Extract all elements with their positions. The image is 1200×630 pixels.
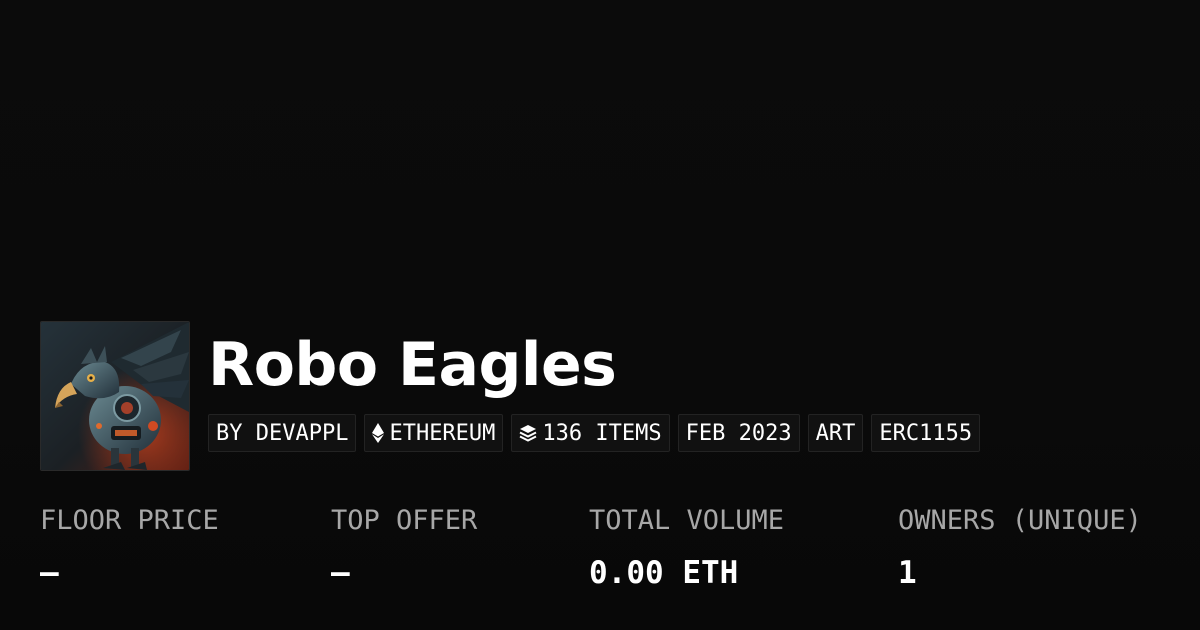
stat-floor-price: FLOOR PRICE – [40, 505, 219, 589]
stat-top-offer-value: – [331, 555, 350, 591]
tag-date-label: FEB 2023 [685, 420, 792, 446]
tag-category-label: ART [815, 420, 856, 446]
tag-category[interactable]: ART [807, 414, 864, 452]
collection-thumbnail[interactable] [40, 321, 190, 471]
tag-list: BY DEVAPPL ETHEREUM 136 ITEMS FEB 2023 A… [208, 414, 981, 452]
tag-standard[interactable]: ERC1155 [871, 414, 981, 452]
stat-top-offer-label: TOP OFFER [331, 505, 478, 536]
tag-creator-label: BY DEVAPPL [216, 420, 349, 446]
tag-chain[interactable]: ETHEREUM [364, 414, 504, 452]
tag-standard-label: ERC1155 [879, 420, 973, 446]
layers-icon [519, 425, 537, 442]
stat-owners: OWNERS (UNIQUE) 1 [898, 505, 1142, 589]
stat-floor-price-value: – [40, 555, 59, 591]
stat-floor-price-label: FLOOR PRICE [40, 505, 219, 536]
stat-total-volume-label: TOTAL VOLUME [589, 505, 785, 536]
collection-meta: Robo Eagles BY DEVAPPL ETHEREUM 136 ITEM… [208, 321, 981, 452]
stat-total-volume-value: 0.00 ETH [589, 555, 739, 591]
ethereum-icon [372, 423, 385, 443]
stat-owners-value: 1 [898, 555, 917, 591]
robot-eagle-image [41, 322, 189, 470]
stat-owners-label: OWNERS (UNIQUE) [898, 505, 1142, 536]
tag-chain-label: ETHEREUM [389, 420, 496, 446]
tag-date[interactable]: FEB 2023 [677, 414, 800, 452]
collection-title: Robo Eagles [208, 330, 617, 400]
tag-items[interactable]: 136 ITEMS [511, 414, 670, 452]
collection-header: Robo Eagles BY DEVAPPL ETHEREUM 136 ITEM… [40, 321, 981, 471]
stat-total-volume: TOTAL VOLUME 0.00 ETH [589, 505, 784, 589]
stat-top-offer: TOP OFFER – [331, 505, 477, 589]
tag-items-label: 136 ITEMS [542, 420, 662, 446]
tag-creator[interactable]: BY DEVAPPL [208, 414, 357, 452]
collection-card: Robo Eagles BY DEVAPPL ETHEREUM 136 ITEM… [0, 0, 1200, 630]
